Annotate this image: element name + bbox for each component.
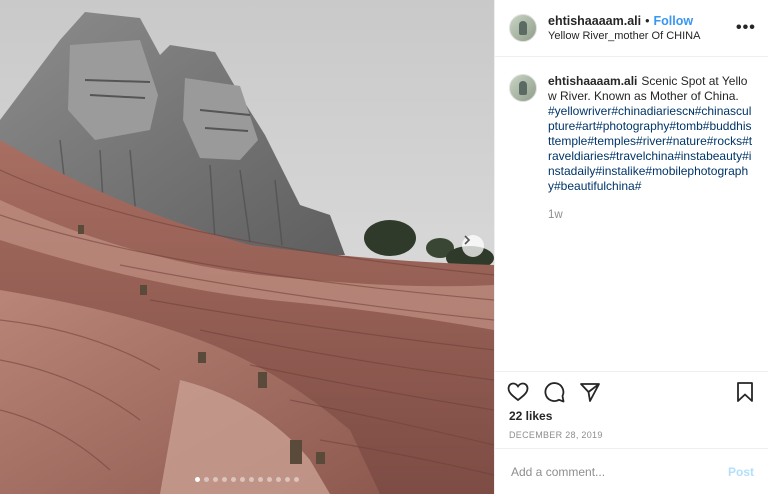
- bookmark-icon: [737, 381, 753, 402]
- caption: ehtishaaaam.ali Scenic Spot at Yellow Riv…: [495, 57, 768, 223]
- carousel-dot: [249, 477, 254, 482]
- location-link[interactable]: Yellow River_mother Of CHINA: [548, 30, 736, 42]
- likes-count[interactable]: 22 likes: [509, 409, 552, 423]
- heart-icon: [507, 382, 529, 401]
- post-side-panel: ehtishaaaam.ali • Follow Yellow River_mo…: [494, 0, 768, 494]
- post-header: ehtishaaaam.ali • Follow Yellow River_mo…: [495, 0, 768, 57]
- comment-bar: Post: [495, 448, 768, 494]
- chevron-right-icon: [464, 235, 471, 245]
- share-button[interactable]: [579, 381, 601, 403]
- follow-button[interactable]: Follow: [654, 14, 694, 28]
- save-button[interactable]: [734, 381, 756, 403]
- carousel-dot: [267, 477, 272, 482]
- carousel-indicator: [0, 477, 494, 482]
- caption-username-link[interactable]: ehtishaaaam.ali: [548, 74, 637, 88]
- action-bar: [495, 371, 768, 411]
- carousel-dot: [195, 477, 200, 482]
- carousel-dot: [258, 477, 263, 482]
- carousel-dot: [240, 477, 245, 482]
- post-container: ehtishaaaam.ali • Follow Yellow River_mo…: [0, 0, 768, 494]
- carousel-dot: [204, 477, 209, 482]
- comment-button[interactable]: [543, 381, 565, 403]
- like-button[interactable]: [507, 381, 529, 403]
- comment-icon: [544, 381, 565, 402]
- avatar[interactable]: [509, 14, 537, 42]
- caption-avatar[interactable]: [509, 74, 537, 102]
- comment-input[interactable]: [509, 463, 728, 480]
- carousel-dot: [231, 477, 236, 482]
- time-ago[interactable]: 1w: [548, 208, 754, 223]
- share-icon: [580, 382, 600, 402]
- separator-dot: •: [645, 14, 650, 28]
- username-link[interactable]: ehtishaaaam.ali: [548, 14, 641, 28]
- caption-hashtags[interactable]: #yellowriver#chinadiariesᴄɴ#chinasculptu…: [548, 104, 752, 193]
- more-options-icon[interactable]: •••: [736, 19, 755, 37]
- carousel-dot: [222, 477, 227, 482]
- photo-scene: [0, 0, 494, 494]
- next-slide-button[interactable]: [462, 235, 484, 257]
- carousel-dot: [285, 477, 290, 482]
- caption-body: ehtishaaaam.ali Scenic Spot at Yellow Riv…: [548, 74, 754, 223]
- post-comment-button[interactable]: Post: [728, 465, 754, 479]
- post-photo[interactable]: [0, 0, 494, 494]
- carousel-dot: [294, 477, 299, 482]
- post-date: DECEMBER 28, 2019: [509, 430, 603, 440]
- carousel-dot: [276, 477, 281, 482]
- header-text: ehtishaaaam.ali • Follow Yellow River_mo…: [548, 14, 736, 42]
- carousel-dot: [213, 477, 218, 482]
